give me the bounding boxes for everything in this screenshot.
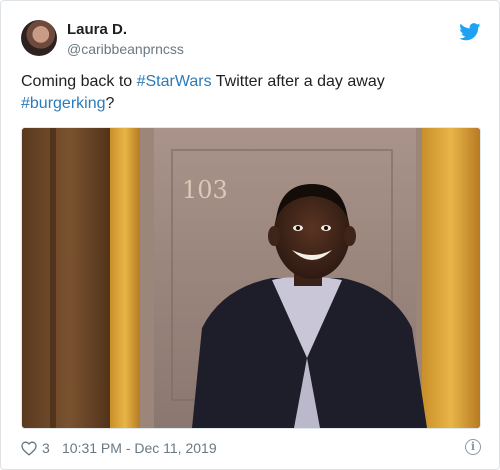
tweet-footer: 3 10:31 PM - Dec 11, 2019 i [21, 439, 481, 459]
left-door-jamb [110, 128, 140, 428]
door-number: 103 [182, 176, 228, 204]
heart-icon[interactable] [21, 441, 37, 456]
info-icon[interactable]: i [465, 439, 481, 455]
tweet-text-part: Twitter after a day away [211, 73, 385, 90]
right-wall [422, 128, 480, 428]
left-door-panel [22, 128, 117, 428]
gif-scene: 103 [22, 128, 480, 428]
tweet-text-part: Coming back to [21, 73, 137, 90]
hashtag-burgerking-link[interactable]: #burgerking [21, 95, 106, 112]
tweet-timestamp[interactable]: 10:31 PM - Dec 11, 2019 [62, 440, 217, 456]
tweet-text: Coming back to #StarWars Twitter after a… [21, 71, 481, 115]
tweet-media-gif[interactable]: 103 [21, 127, 481, 429]
hashtag-starwars-link[interactable]: #StarWars [137, 73, 212, 90]
tweet-card: Laura D. @caribbeanprncss Coming back to… [0, 0, 500, 470]
like-count[interactable]: 3 [42, 440, 50, 456]
tweet-text-part: ? [105, 95, 115, 112]
author-handle[interactable]: @caribbeanprncss [67, 41, 184, 57]
twitter-bird-icon[interactable] [459, 23, 481, 41]
avatar[interactable] [21, 20, 57, 56]
author-display-name[interactable]: Laura D. [67, 21, 127, 38]
